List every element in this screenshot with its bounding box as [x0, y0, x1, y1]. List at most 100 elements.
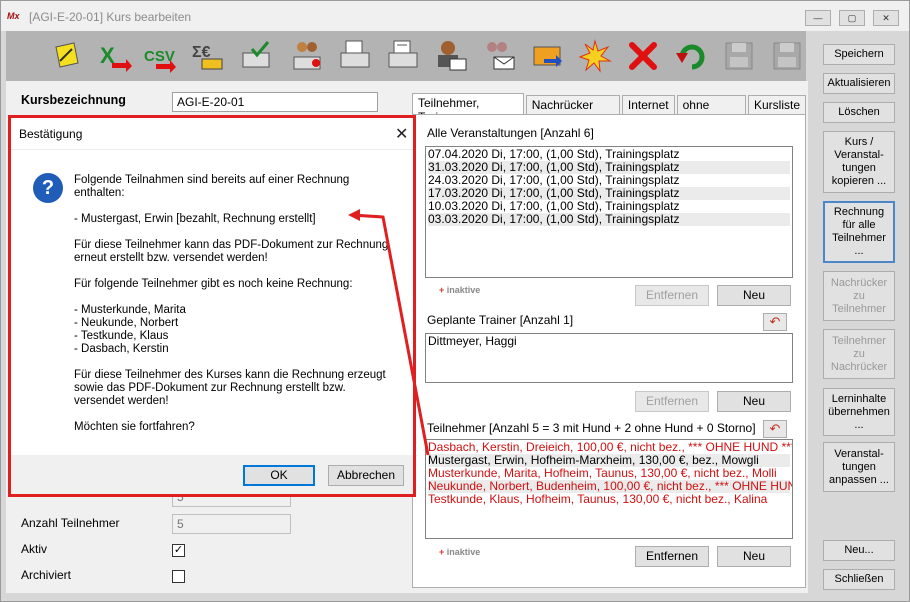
veranstaltungen-entfernen-button[interactable]: Entfernen [635, 285, 709, 306]
trainer-entfernen-button[interactable]: Entfernen [635, 391, 709, 412]
inaktive-toggle-1[interactable]: + inaktive [439, 285, 480, 295]
archiviert-label: Archiviert [21, 568, 72, 582]
invoice-euro-icon[interactable]: Σ€ [190, 37, 228, 75]
people-print-icon[interactable] [288, 37, 326, 75]
ntn-label-2: zu [853, 289, 865, 302]
tab-strip: Teilnehmer, Trainer Nachrücker etc. Inte… [412, 93, 808, 126]
dialog-message-line: - Musterkunde, Marita [74, 304, 186, 316]
aktualisieren-button[interactable]: Aktualisieren [823, 73, 895, 94]
lerninhalte-button[interactable]: Lerninhalte übernehmen... [823, 388, 895, 436]
teilnehmer-neu-button[interactable]: Neu [717, 546, 791, 567]
list-item[interactable]: Dittmeyer, Haggi [428, 335, 790, 348]
anpassen-button[interactable]: Veranstal-tungen anpassen ... [823, 442, 895, 492]
tab-page: Alle Veranstaltungen [Anzahl 6] 07.04.20… [412, 114, 806, 588]
anp-label-1: Veranstal- [834, 447, 884, 460]
tnn-label-3: Nachrücker [830, 360, 888, 373]
trainer-header: Geplante Trainer [Anzahl 1] [427, 313, 574, 327]
window-close-button[interactable]: ✕ [873, 10, 899, 26]
tnn-label-2: zu [853, 347, 865, 360]
print-check-icon[interactable] [238, 37, 276, 75]
teilnehmer-undo-icon[interactable]: ↶ [763, 420, 787, 438]
printer-icon[interactable] [336, 37, 374, 75]
save-disabled-icon [720, 37, 758, 75]
dialog-close-icon[interactable]: ✕ [395, 124, 408, 144]
teilnehmer-zu-nachruecker-button[interactable]: Teilnehmer zu Nachrücker [823, 329, 895, 379]
burst-icon[interactable] [576, 37, 614, 75]
archiviert-checkbox[interactable] [172, 570, 185, 583]
printer-receipt-icon[interactable] [384, 37, 422, 75]
aktiv-label: Aktiv [21, 542, 48, 556]
dialog-message-line: - Testkunde, Klaus [74, 330, 169, 342]
speichern-button[interactable]: Speichern [823, 44, 895, 65]
veranstaltungen-list[interactable]: 07.04.2020 Di, 17:00, (1,00 Std), Traini… [425, 146, 793, 278]
kopieren-label-2: Veranstal- [834, 149, 884, 161]
trainer-undo-icon[interactable]: ↶ [763, 313, 787, 331]
dialog-title-bar: Bestätigung ✕ [11, 118, 413, 150]
rechnung-label-1: Rechnung [833, 206, 885, 218]
nachruecker-zu-teilnehmer-button[interactable]: Nachrücker zu Teilnehmer [823, 271, 895, 321]
undo-arrow-icon[interactable] [672, 37, 710, 75]
aktiv-checkbox[interactable]: ✓ [172, 544, 185, 557]
abbrechen-button[interactable]: Abbrechen [328, 465, 404, 486]
dialog-message-line: - Neukunde, Norbert [74, 317, 179, 329]
dialog-message-line: Für folgende Teilnehmer gibt es noch kei… [74, 278, 353, 290]
anp-label-2: tungen [842, 460, 876, 473]
anp-label-3: anpassen ... [829, 473, 889, 486]
plus-icon: + [439, 547, 445, 557]
question-icon: ? [33, 173, 63, 203]
kursbezeichnung-label: Kursbezeichnung [21, 93, 126, 107]
loeschen-button[interactable]: Löschen [823, 102, 895, 123]
teilnehmer-list[interactable]: Dasbach, Kerstin, Dreieich, 100,00 €, ni… [425, 439, 793, 539]
plus-icon: + [439, 285, 445, 295]
title-bar: Mx [AGI-E-20-01] Kurs bearbeiten — ▢ ✕ [1, 1, 909, 31]
teilnehmer-entfernen-button[interactable]: Entfernen [635, 546, 709, 567]
anzahl-teilnehmer-label: Anzahl Teilnehmer [21, 516, 120, 530]
veranstaltungen-header: Alle Veranstaltungen [Anzahl 6] [427, 126, 594, 140]
list-item[interactable]: Testkunde, Klaus, Hofheim, Taunus, 130,0… [428, 493, 790, 506]
confirmation-dialog: Bestätigung ✕ ? Folgende Teilnahmen sind… [8, 115, 416, 497]
delete-x-icon[interactable] [624, 37, 662, 75]
list-item[interactable]: 03.03.2020 Di, 17:00, (1,00 Std), Traini… [428, 213, 790, 226]
tab-internet[interactable]: Internet [621, 95, 675, 115]
csv-export-icon[interactable]: CSV [142, 37, 180, 75]
anzahl-teilnehmer-field: 5 [172, 514, 291, 534]
trainer-list[interactable]: Dittmeyer, Haggi [425, 333, 793, 383]
kopieren-label-1: Kurs / [844, 136, 874, 148]
tabs-panel: Teilnehmer, Trainer Nachrücker etc. Inte… [404, 81, 808, 593]
tab-teilnehmer-trainer[interactable]: Teilnehmer, Trainer [412, 93, 524, 124]
kopieren-label-3: tungen [842, 162, 876, 174]
excel-export-icon[interactable]: X [96, 37, 134, 75]
toolbar: X CSV Σ€ [6, 31, 806, 81]
rechnung-button[interactable]: Rechnung für alle Teilnehmer... [823, 201, 895, 263]
dialog-message-line: erneut erstellt bzw. versendet werden! [74, 252, 268, 264]
dialog-footer: OK Abbrechen [11, 455, 413, 494]
neu-button[interactable]: Neu... [823, 540, 895, 561]
dialog-message-line: Möchten sie fortfahren? [74, 421, 195, 433]
trainer-neu-button[interactable]: Neu [717, 391, 791, 412]
kopieren-button[interactable]: Kurs / Veranstal-tungen kopieren ... [823, 131, 895, 193]
dialog-message-line: Folgende Teilnahmen sind bereits auf ein… [74, 174, 350, 186]
lern-label-2: übernehmen [828, 405, 890, 418]
tab-ohne-hund[interactable]: ohne Hund [676, 95, 746, 126]
lern-label-3: ... [854, 418, 864, 431]
inaktive-toggle-2[interactable]: + inaktive [439, 547, 480, 557]
minimize-button[interactable]: — [805, 10, 831, 26]
inaktive-label: inaktive [446, 547, 481, 557]
save-icon [768, 37, 806, 75]
dialog-title: Bestätigung [19, 127, 83, 141]
inaktive-label: inaktive [446, 285, 481, 295]
kursbezeichnung-field[interactable]: AGI-E-20-01 [172, 92, 378, 112]
note-icon[interactable] [48, 37, 86, 75]
maximize-button[interactable]: ▢ [839, 10, 865, 26]
person-mail-icon[interactable] [432, 37, 470, 75]
tab-kursliste[interactable]: Kursliste [747, 95, 806, 115]
dialog-message-line: Für diese Teilnehmer des Kurses kann die… [74, 369, 386, 381]
dialog-message-line: versendet werden! [74, 395, 169, 407]
people-mail-icon[interactable] [480, 37, 518, 75]
tab-nachruecker[interactable]: Nachrücker etc. [525, 95, 620, 126]
window-title: [AGI-E-20-01] Kurs bearbeiten [29, 10, 192, 24]
veranstaltungen-neu-button[interactable]: Neu [717, 285, 791, 306]
email-icon[interactable] [528, 37, 566, 75]
ok-button[interactable]: OK [243, 465, 315, 486]
schliessen-button[interactable]: Schließen [823, 569, 895, 590]
